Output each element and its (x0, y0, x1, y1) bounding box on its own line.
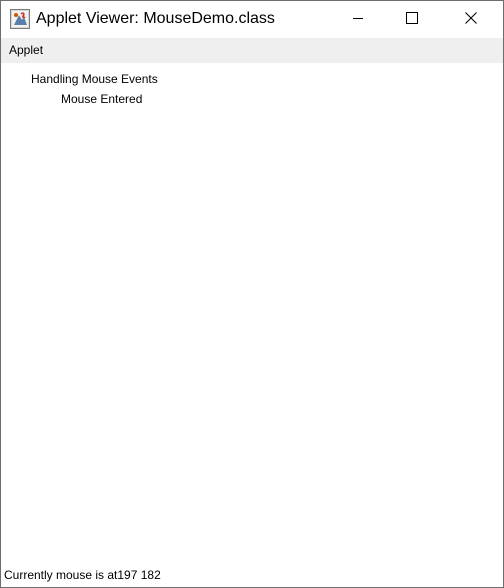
mouse-x-value: 197 (117, 568, 138, 582)
maximize-icon (406, 11, 418, 29)
java-applet-icon (10, 9, 30, 29)
maximize-button[interactable] (389, 1, 435, 38)
minimize-button[interactable] (335, 1, 381, 38)
close-icon (465, 11, 477, 29)
applet-canvas[interactable]: Handling Mouse Events Mouse Entered Curr… (1, 63, 503, 587)
mouse-event-message: Mouse Entered (61, 92, 143, 106)
mouse-y-value: 182 (140, 568, 161, 582)
title-bar[interactable]: Applet Viewer: MouseDemo.class (1, 1, 503, 38)
minimize-icon (352, 11, 364, 29)
close-button[interactable] (448, 1, 494, 38)
window-title: Applet Viewer: MouseDemo.class (36, 10, 275, 27)
applet-viewer-window: Applet Viewer: MouseDemo.class Applet Ha… (0, 0, 504, 588)
mouse-position-status: Currently mouse is at197 182 (4, 568, 161, 582)
menu-bar: Applet (1, 38, 503, 63)
status-prefix: Currently mouse is at (4, 568, 118, 582)
applet-heading: Handling Mouse Events (31, 72, 158, 86)
menu-applet[interactable]: Applet (9, 43, 43, 57)
